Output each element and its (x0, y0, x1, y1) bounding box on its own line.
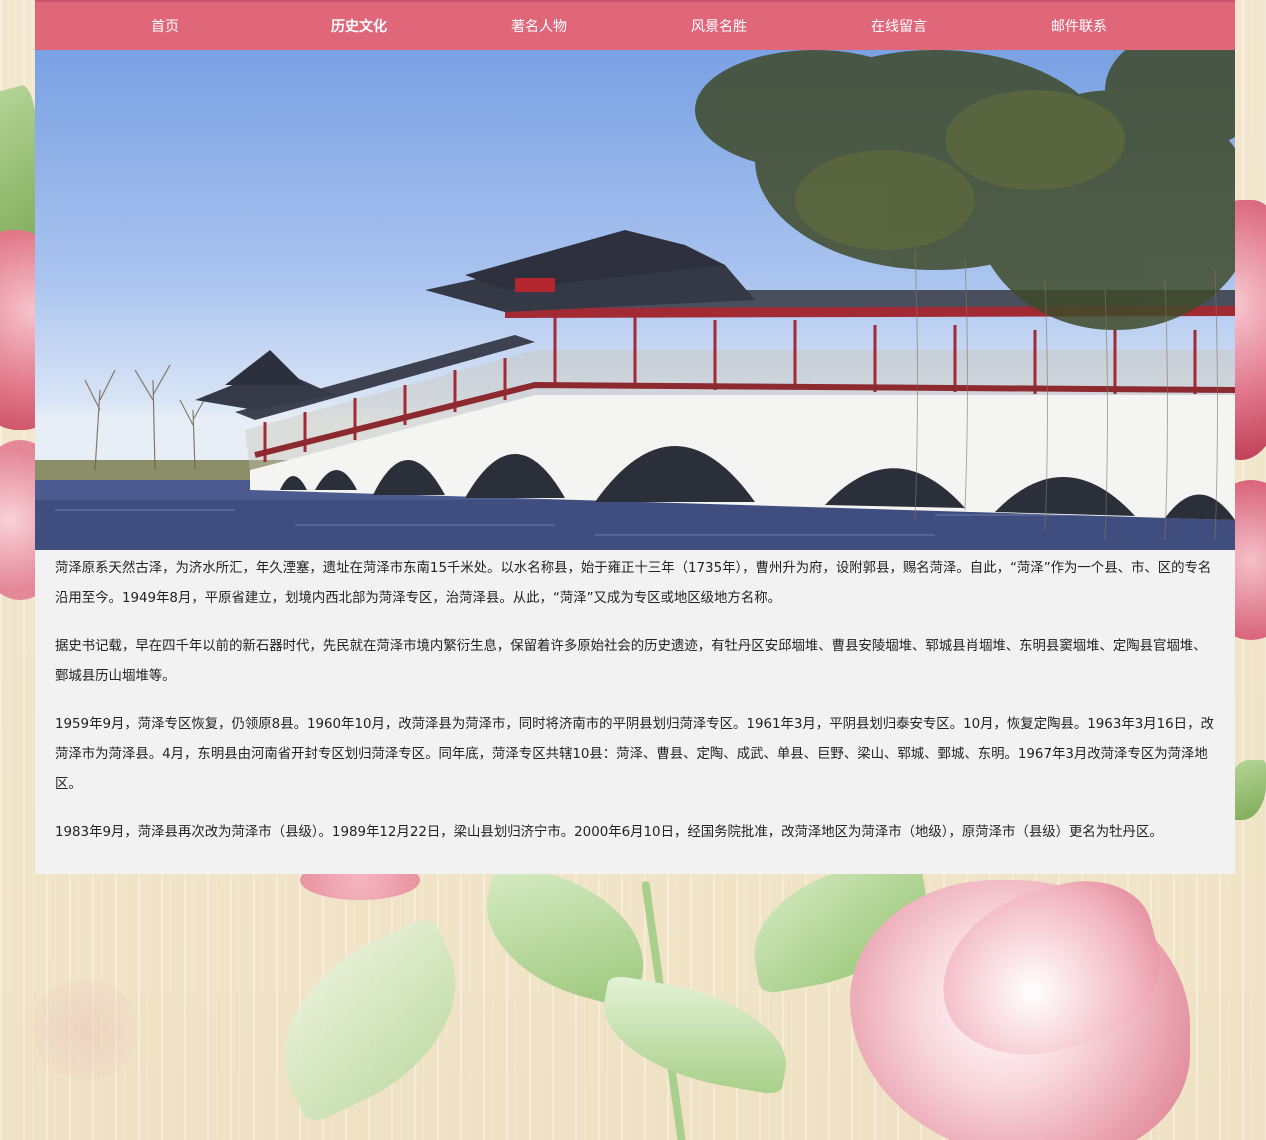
nav-item-history-culture[interactable]: 历史文化 (271, 16, 451, 36)
nav-item-online-message[interactable]: 在线留言 (811, 16, 991, 36)
nav-item-email-contact[interactable]: 邮件联系 (991, 16, 1171, 36)
bridge-illustration (35, 50, 1235, 550)
nav-item-scenic-spots[interactable]: 风景名胜 (631, 16, 811, 36)
nav-item-famous-people[interactable]: 著名人物 (451, 16, 631, 36)
article-paragraph-3: 1959年9月，菏泽专区恢复，仍领原8县。1960年10月，改菏泽县为菏泽市，同… (55, 717, 1214, 792)
article-paragraph-4: 1983年9月，菏泽县再次改为菏泽市（县级）。1989年12月22日，梁山县划归… (55, 825, 1163, 840)
leaf-decoration (593, 974, 797, 1096)
page-container: 首页 历史文化 著名人物 风景名胜 在线留言 邮件联系 菏泽原系天然古泽，为济水… (35, 0, 1235, 874)
banner-image (35, 50, 1235, 550)
faint-flower-decoration (30, 980, 140, 1080)
leaf-decoration (249, 914, 491, 1126)
article-paragraph-1: 菏泽原系天然古泽，为济水所汇，年久湮塞，遗址在菏泽市东南15千米处。以水名称县，… (55, 561, 1212, 606)
history-article: 菏泽原系天然古泽，为济水所汇，年久湮塞，遗址在菏泽市东南15千米处。以水名称县，… (35, 550, 1235, 874)
main-nav: 首页 历史文化 著名人物 风景名胜 在线留言 邮件联系 (35, 0, 1235, 50)
article-paragraph-2: 据史书记载，早在四千年以前的新石器时代，先民就在菏泽市境内繁衍生息，保留着许多原… (55, 639, 1207, 684)
nav-item-home[interactable]: 首页 (91, 16, 271, 36)
